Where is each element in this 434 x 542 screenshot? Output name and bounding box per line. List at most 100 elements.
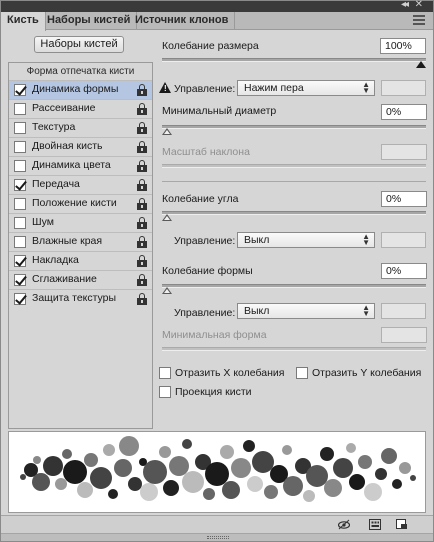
list-item[interactable]: Шум (9, 213, 152, 232)
angle-control-extra-field (381, 232, 426, 248)
list-item-checkbox[interactable] (14, 236, 26, 248)
tilt-scale-slider (162, 164, 426, 168)
lock-icon[interactable] (137, 103, 147, 116)
size-control-extra-field (381, 80, 426, 96)
size-jitter-field[interactable]: 100% (380, 38, 426, 54)
list-item[interactable]: Двойная кисть (9, 137, 152, 156)
size-jitter-label: Колебание размера (162, 40, 259, 52)
list-item[interactable]: Защита текстуры (9, 289, 152, 308)
list-item-label: Передача (32, 178, 80, 190)
grid-icon[interactable] (369, 519, 381, 530)
list-item-checkbox[interactable] (14, 122, 26, 134)
list-item-checkbox[interactable] (14, 217, 26, 229)
list-item-checkbox[interactable] (14, 179, 26, 191)
list-item-checkbox[interactable] (14, 84, 26, 96)
min-diameter-thumb[interactable] (162, 128, 172, 135)
list-item[interactable]: Влажные края (9, 232, 152, 251)
lock-icon[interactable] (137, 236, 147, 249)
min-roundness-slider (162, 347, 426, 351)
list-item-checkbox[interactable] (14, 160, 26, 172)
panel-top-strip: ◂◂ ✕ (1, 0, 433, 12)
roundness-jitter-label: Колебание формы (162, 265, 253, 277)
collapse-icon[interactable]: ◂◂ (401, 0, 409, 10)
angle-jitter-slider[interactable] (162, 211, 426, 221)
lock-icon[interactable] (137, 141, 147, 154)
list-item-checkbox[interactable] (14, 198, 26, 210)
roundness-jitter-thumb[interactable] (162, 287, 172, 294)
brush-panel: ◂◂ ✕ Кисть Наборы кистей Источник клонов… (0, 0, 434, 542)
list-item-brush-tip-shape[interactable]: Форма отпечатка кисти (9, 63, 152, 80)
lock-icon[interactable] (137, 179, 147, 192)
min-diameter-slider[interactable] (162, 125, 426, 135)
lock-icon[interactable] (137, 160, 147, 173)
size-jitter-thumb[interactable] (416, 61, 426, 68)
list-item-label: Рассеивание (32, 102, 96, 114)
size-jitter-slider[interactable] (162, 58, 426, 68)
panel-footer (1, 515, 433, 533)
list-item[interactable]: Накладка (9, 251, 152, 270)
brush-stroke-image (20, 436, 416, 502)
angle-jitter-field[interactable]: 0% (381, 191, 427, 207)
close-icon[interactable]: ✕ (415, 0, 423, 10)
flip-y-checkbox[interactable] (296, 367, 308, 379)
lock-icon[interactable] (137, 274, 147, 287)
lock-icon[interactable] (137, 122, 147, 135)
list-item-checkbox[interactable] (14, 274, 26, 286)
min-roundness-field (381, 327, 427, 343)
list-item-checkbox[interactable] (14, 103, 26, 115)
size-control-label: Управление: (174, 83, 236, 95)
roundness-jitter-slider[interactable] (162, 284, 426, 294)
angle-jitter-thumb[interactable] (162, 214, 172, 221)
list-item-checkbox[interactable] (14, 255, 26, 267)
list-item[interactable]: Текстура (9, 118, 152, 137)
resize-grip[interactable] (1, 533, 433, 541)
tilt-scale-label: Масштаб наклона (162, 146, 250, 158)
list-item[interactable]: Положение кисти (9, 194, 152, 213)
roundness-control-extra-field (381, 303, 426, 319)
tab-clone-source[interactable]: Источник клонов (129, 12, 236, 30)
list-item[interactable]: Передача (9, 175, 152, 194)
brush-stroke-preview (8, 431, 426, 513)
lock-icon[interactable] (137, 255, 147, 268)
list-item[interactable]: Динамика формы (9, 80, 152, 99)
roundness-control-value: Выкл (244, 305, 270, 317)
chevron-updown-icon: ▲ ▼ (362, 80, 370, 95)
list-item[interactable]: Сглаживание (9, 270, 152, 289)
new-preset-icon[interactable] (396, 519, 408, 530)
min-diameter-label: Минимальный диаметр (162, 105, 277, 117)
lock-icon[interactable] (137, 217, 147, 230)
list-item[interactable]: Рассеивание (9, 99, 152, 118)
brush-presets-button[interactable]: Наборы кистей (34, 36, 124, 53)
lock-icon[interactable] (137, 84, 147, 97)
list-item-label: Текстура (32, 121, 76, 133)
tilt-scale-field (381, 144, 427, 160)
list-item-label: Шум (32, 216, 54, 228)
tab-brush[interactable]: Кисть (1, 12, 46, 31)
list-item-checkbox[interactable] (14, 293, 26, 305)
warning-icon: ! (159, 82, 171, 93)
lock-icon[interactable] (137, 293, 147, 306)
roundness-jitter-field[interactable]: 0% (381, 263, 427, 279)
lock-icon[interactable] (137, 198, 147, 211)
list-item-label: Накладка (32, 254, 79, 266)
eye-icon[interactable] (338, 519, 350, 530)
list-item[interactable]: Динамика цвета (9, 156, 152, 175)
min-diameter-field[interactable]: 0% (381, 104, 427, 120)
brush-settings-list: Форма отпечатка кисти Динамика формы Расс… (8, 62, 153, 429)
angle-jitter-label: Колебание угла (162, 193, 239, 205)
tab-brush-presets[interactable]: Наборы кистей (41, 12, 138, 30)
brush-projection-checkbox[interactable] (159, 386, 171, 398)
list-item-label: Защита текстуры (32, 292, 117, 304)
brush-projection-label: Проекция кисти (175, 386, 252, 398)
flip-x-checkbox[interactable] (159, 367, 171, 379)
roundness-control-select[interactable]: Выкл ▲ ▼ (237, 303, 375, 319)
list-item-label: Динамика формы (32, 83, 119, 95)
tab-bar: Кисть Наборы кистей Источник клонов (1, 12, 433, 31)
angle-control-select[interactable]: Выкл ▲ ▼ (237, 232, 375, 248)
size-control-value: Нажим пера (244, 82, 304, 94)
list-item-label: Динамика цвета (32, 159, 111, 171)
angle-control-label: Управление: (174, 235, 236, 247)
size-control-select[interactable]: Нажим пера ▲ ▼ (237, 80, 375, 96)
list-item-checkbox[interactable] (14, 141, 26, 153)
panel-menu-icon[interactable] (413, 15, 427, 27)
